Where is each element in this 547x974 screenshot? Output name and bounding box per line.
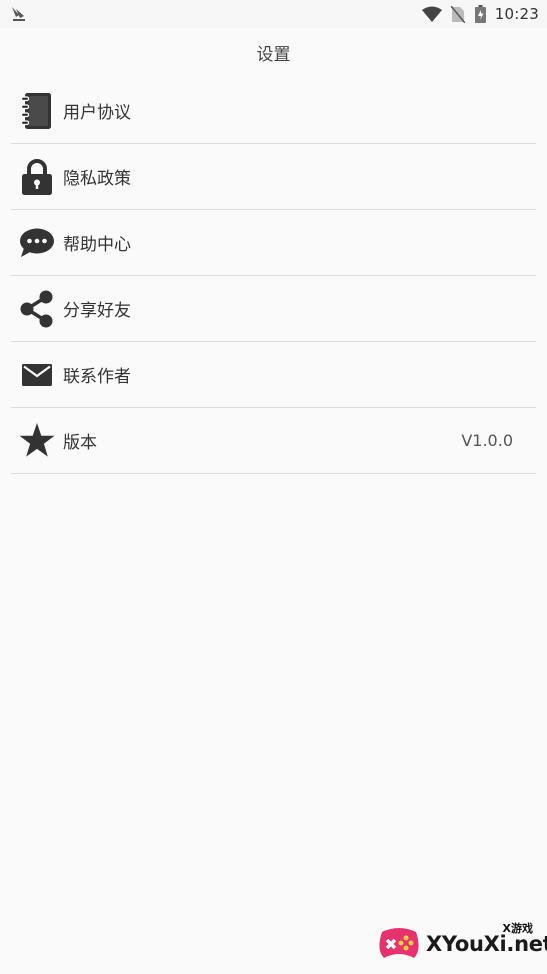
chat-bubble-icon bbox=[17, 223, 57, 263]
gamepad-logo-icon bbox=[379, 928, 419, 958]
version-value: V1.0.0 bbox=[461, 431, 513, 450]
star-icon bbox=[17, 421, 57, 461]
menu-item-version[interactable]: 版本 V1.0.0 bbox=[11, 408, 536, 474]
notification-app-icon bbox=[12, 7, 25, 21]
menu-item-help-center[interactable]: 帮助中心 bbox=[11, 210, 536, 276]
menu-item-label: 帮助中心 bbox=[63, 235, 131, 255]
menu-item-label: 分享好友 bbox=[63, 301, 131, 321]
watermark-text: XYouXi.net bbox=[426, 932, 547, 956]
menu-item-label: 联系作者 bbox=[63, 367, 131, 387]
wifi-icon bbox=[421, 6, 442, 22]
menu-item-user-agreement[interactable]: 用户协议 bbox=[11, 78, 536, 144]
share-icon bbox=[17, 289, 57, 329]
menu-item-share-friends[interactable]: 分享好友 bbox=[11, 276, 536, 342]
mail-icon bbox=[17, 355, 57, 395]
status-time: 10:23 bbox=[494, 5, 539, 23]
status-icons: 10:23 bbox=[421, 4, 539, 24]
menu-item-label: 用户协议 bbox=[63, 103, 131, 123]
settings-menu: 用户协议 隐私政策 帮助中心 分享好友 联系作者 版本 V1.0.0 bbox=[11, 78, 536, 474]
lock-icon bbox=[17, 157, 57, 197]
battery-icon bbox=[474, 5, 486, 23]
menu-item-label: 版本 bbox=[63, 433, 97, 453]
status-bar: 10:23 bbox=[0, 0, 547, 28]
menu-item-label: 隐私政策 bbox=[63, 169, 131, 189]
watermark: X游戏 XYouXi.net bbox=[372, 915, 547, 974]
notebook-icon bbox=[17, 91, 57, 131]
no-sim-icon bbox=[450, 5, 465, 23]
title-bar: 设置 bbox=[0, 28, 547, 76]
menu-item-privacy-policy[interactable]: 隐私政策 bbox=[11, 144, 536, 210]
page-title: 设置 bbox=[256, 44, 291, 65]
menu-item-contact-author[interactable]: 联系作者 bbox=[11, 342, 536, 408]
